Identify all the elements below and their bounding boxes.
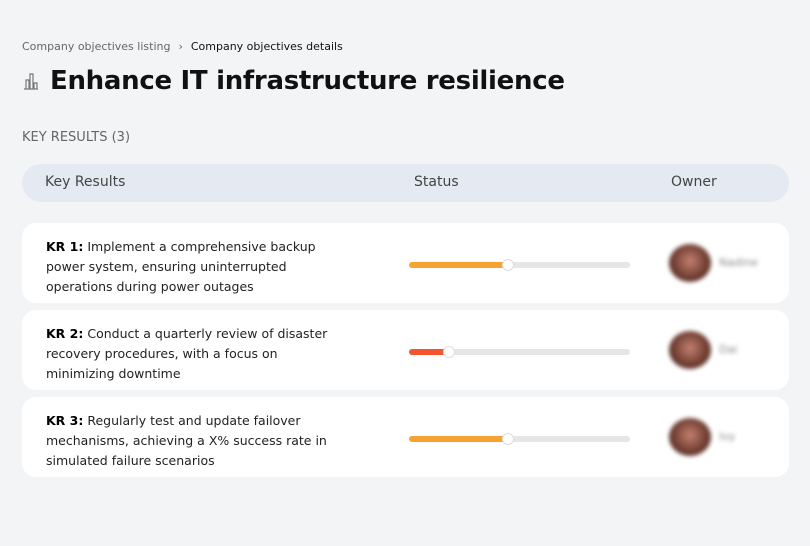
breadcrumb-parent-link[interactable]: Company objectives listing bbox=[22, 40, 170, 53]
progress-knob[interactable] bbox=[442, 346, 455, 358]
avatar bbox=[669, 244, 711, 282]
progress-knob[interactable] bbox=[502, 259, 515, 271]
header-status: Status bbox=[414, 174, 459, 190]
progress-knob[interactable] bbox=[502, 433, 515, 445]
progress-bar bbox=[409, 433, 630, 445]
key-result-id: KR 3: bbox=[46, 413, 84, 428]
key-results-count: KEY RESULTS (3) bbox=[22, 130, 131, 145]
key-result-description: KR 2: Conduct a quarterly review of disa… bbox=[46, 324, 346, 384]
progress-fill bbox=[409, 436, 509, 442]
breadcrumb: Company objectives listing › Company obj… bbox=[22, 40, 343, 53]
key-result-description: KR 1: Implement a comprehensive backup p… bbox=[46, 237, 346, 297]
page-title: Enhance IT infrastructure resilience bbox=[50, 66, 565, 96]
avatar bbox=[669, 418, 711, 456]
building-icon bbox=[24, 73, 38, 90]
key-result-text: Conduct a quarterly review of disaster r… bbox=[46, 326, 328, 381]
key-result-id: KR 2: bbox=[46, 326, 84, 341]
table-header: Key Results Status Owner bbox=[22, 164, 789, 202]
avatar bbox=[669, 331, 711, 369]
owner-name: Ivy bbox=[719, 430, 736, 443]
progress-bar bbox=[409, 259, 630, 271]
header-owner: Owner bbox=[671, 174, 717, 190]
progress-bar bbox=[409, 346, 630, 358]
owner-name: Dai bbox=[719, 343, 738, 356]
breadcrumb-current: Company objectives details bbox=[190, 40, 343, 53]
owner-name: Nadine bbox=[719, 256, 758, 269]
table-row[interactable]: KR 1: Implement a comprehensive backup p… bbox=[22, 223, 789, 303]
key-result-text: Implement a comprehensive backup power s… bbox=[46, 239, 316, 294]
header-key-results: Key Results bbox=[45, 174, 126, 190]
table-row[interactable]: KR 2: Conduct a quarterly review of disa… bbox=[22, 310, 789, 390]
key-result-text: Regularly test and update failover mecha… bbox=[46, 413, 327, 468]
table-row[interactable]: KR 3: Regularly test and update failover… bbox=[22, 397, 789, 477]
key-result-id: KR 1: bbox=[46, 239, 84, 254]
chevron-right-icon: › bbox=[178, 40, 183, 53]
page-header: Enhance IT infrastructure resilience bbox=[22, 66, 565, 96]
key-result-description: KR 3: Regularly test and update failover… bbox=[46, 411, 346, 471]
progress-fill bbox=[409, 262, 509, 268]
